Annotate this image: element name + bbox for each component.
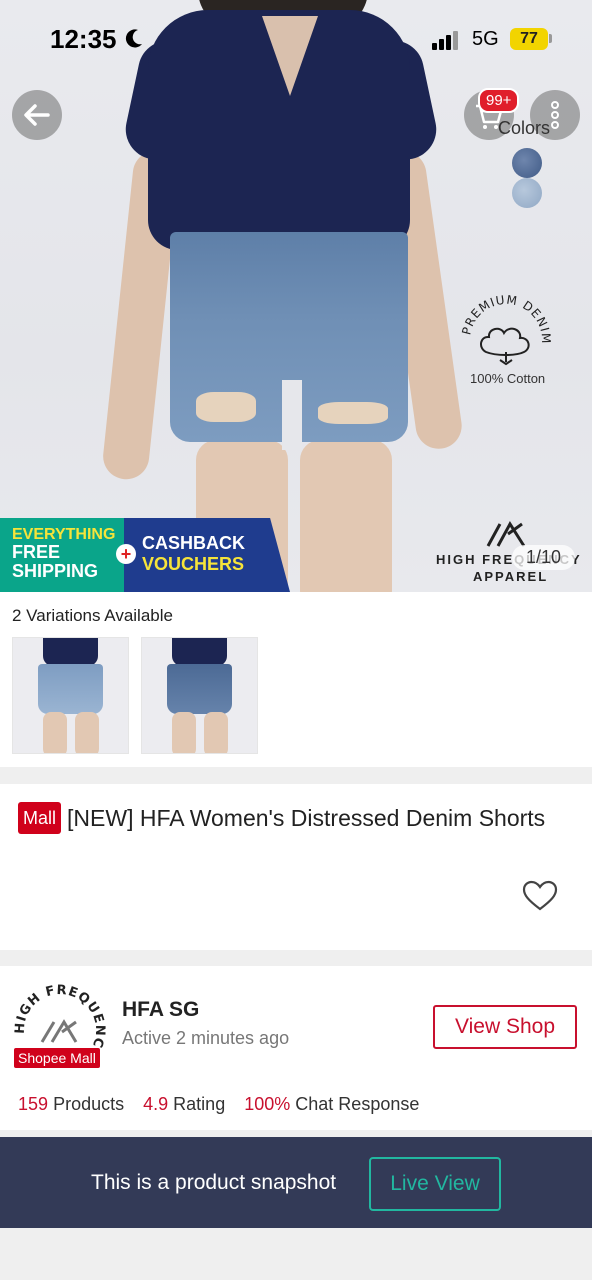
color-swatch-dark[interactable] (512, 148, 542, 178)
snapshot-text: This is a product snapshot (91, 1171, 337, 1194)
variations-section: 2 Variations Available (0, 592, 592, 767)
thumb-shorts (38, 664, 103, 714)
status-time: 12:35 (50, 24, 117, 54)
battery-level: 77 (510, 28, 548, 50)
shop-section: HIGH FREQUENCY Shopee Mall HFA SG Active… (0, 966, 592, 1130)
snapshot-bar: This is a product snapshot Live View (0, 1137, 592, 1228)
stat-label: Products (53, 1094, 125, 1114)
product-title: Mall [NEW] HFA Women's Distressed Denim S… (18, 802, 558, 834)
stat-value: 4.9 (143, 1094, 169, 1114)
thumb-leg (172, 712, 196, 753)
heart-icon[interactable] (522, 880, 558, 912)
network-type: 5G (472, 28, 499, 50)
promo-text: VOUCHERS (142, 554, 245, 574)
thumb-shorts (167, 664, 232, 714)
brand-logo-icon (486, 521, 526, 547)
arrow-left-icon (24, 104, 50, 126)
shop-active-status: Active 2 minutes ago (122, 1028, 290, 1048)
colors-label[interactable]: Colors (498, 118, 550, 139)
brand-subtitle: APPAREL (473, 569, 549, 584)
mall-badge: Mall (18, 802, 62, 834)
cart-count-badge: 99+ (478, 88, 520, 113)
thumb-shirt (43, 638, 98, 666)
model-leg (300, 440, 392, 592)
stat-label: Rating (173, 1094, 226, 1114)
shop-name: HFA SG (122, 998, 200, 1021)
live-view-button[interactable]: Live View (369, 1157, 501, 1211)
thumb-shirt (172, 638, 227, 666)
premium-badge-text: PREMIUM DENIM (459, 293, 552, 345)
back-button[interactable] (12, 90, 62, 140)
distressed-rip (196, 392, 256, 422)
variation-thumbnail-medium-wash[interactable] (141, 637, 258, 754)
thumb-leg (204, 712, 228, 753)
signal-icon (432, 31, 458, 50)
promo-text: CASHBACK (142, 533, 245, 553)
variation-thumbnail-light-wash[interactable] (12, 637, 129, 754)
variations-title: 2 Variations Available (12, 606, 173, 625)
stat-label: Chat Response (295, 1094, 420, 1114)
image-page-indicator: 1/10 (512, 545, 576, 570)
plus-icon: + (116, 544, 136, 564)
stat-value: 159 (18, 1094, 49, 1114)
shop-stat-rating: 4.9 Rating (143, 1094, 225, 1114)
product-title-text: [NEW] HFA Women's Distressed Denim Short… (67, 805, 546, 831)
shop-stat-chat: 100% Chat Response (244, 1094, 419, 1114)
product-page: 12:35 5G 77 99+ Colors PREMIUM DENIM 100… (0, 0, 592, 1280)
color-swatch-light[interactable] (512, 178, 542, 208)
shop-stat-products: 159 Products (18, 1094, 124, 1114)
stat-value: 100% (244, 1094, 291, 1114)
svg-text:PREMIUM DENIM: PREMIUM DENIM (459, 293, 553, 345)
moon-icon (125, 29, 142, 48)
distressed-rip (318, 402, 388, 424)
promo-text: SHIPPING (12, 561, 99, 581)
view-shop-button[interactable]: View Shop (433, 1005, 577, 1049)
battery-tip (549, 34, 552, 43)
shopee-mall-tag: Shopee Mall (14, 1048, 100, 1068)
shop-stats: 159 Products 4.9 Rating 100% Chat Respon… (18, 1094, 433, 1115)
shorts-gap (282, 380, 302, 450)
shirt-collar (262, 16, 318, 96)
product-title-section: Mall [NEW] HFA Women's Distressed Denim S… (0, 784, 592, 950)
cotton-label: 100% Cotton (470, 371, 546, 386)
thumb-leg (43, 712, 67, 753)
promo-text: FREE (12, 542, 61, 562)
thumb-leg (75, 712, 99, 753)
